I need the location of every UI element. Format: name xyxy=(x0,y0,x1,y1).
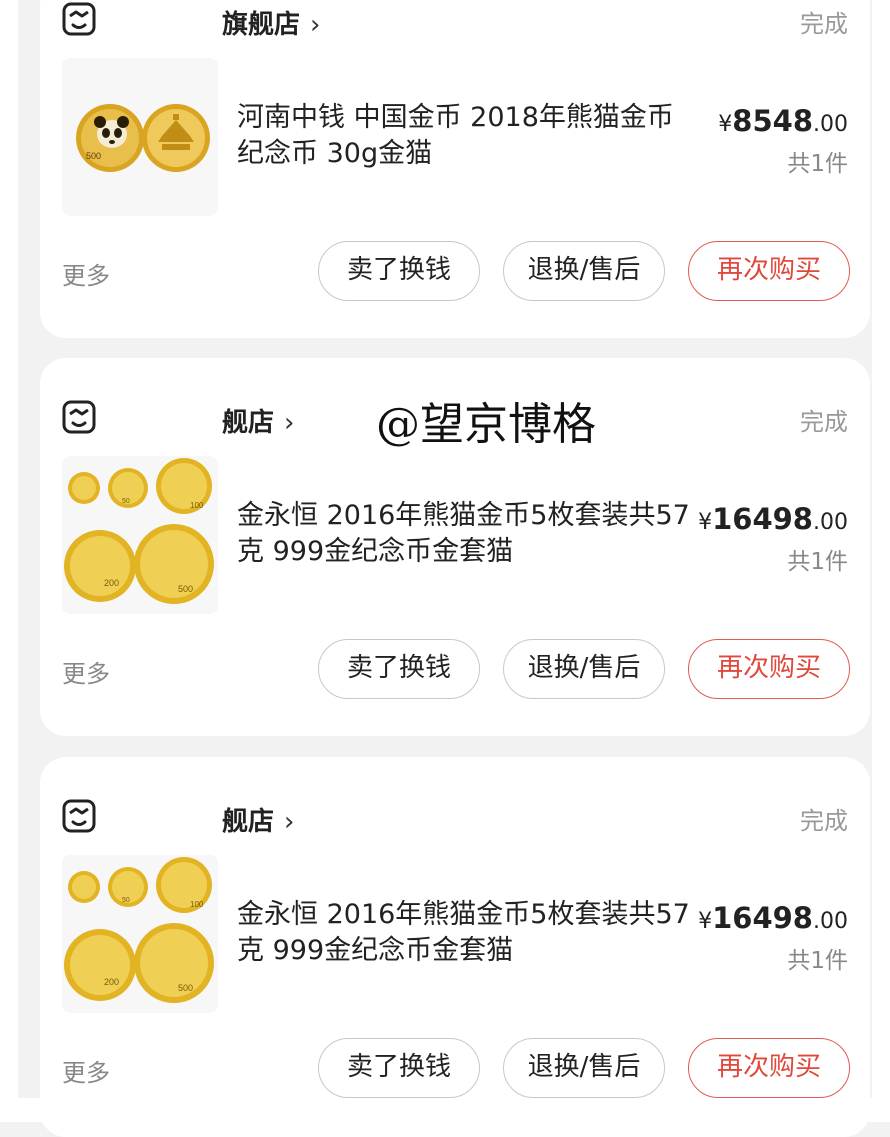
coin-value-label: 50 xyxy=(122,897,130,904)
price: ¥8548.00 xyxy=(718,104,848,138)
price-integer: 16498 xyxy=(712,502,813,536)
quantity: 共1件 xyxy=(787,151,848,177)
store-name-link[interactable]: 旗舰店 › xyxy=(222,4,320,41)
coin-value-label: 100 xyxy=(190,501,204,510)
price-integer: 16498 xyxy=(712,901,813,935)
coin-value-label: 500 xyxy=(86,151,101,161)
quantity: 共1件 xyxy=(787,948,848,974)
return-aftersale-button[interactable]: 退换/售后 xyxy=(503,1038,665,1098)
price: ¥16498.00 xyxy=(698,901,848,935)
watermark: @望京博格 xyxy=(376,399,596,450)
more-link[interactable]: 更多 xyxy=(62,654,110,689)
price-decimal: .00 xyxy=(813,909,848,934)
more-link[interactable]: 更多 xyxy=(62,1053,110,1088)
price: ¥16498.00 xyxy=(698,502,848,536)
buy-again-button[interactable]: 再次购买 xyxy=(688,1038,850,1098)
currency-symbol: ¥ xyxy=(698,909,713,934)
store-name: 舰店 xyxy=(222,807,275,837)
order-card: 旗舰店 › 完成 500 河南中钱 中国金币 2018年熊猫金币纪念币 30g金猫… xyxy=(40,0,870,338)
sell-for-cash-button[interactable]: 卖了换钱 xyxy=(318,1038,480,1098)
buy-again-button[interactable]: 再次购买 xyxy=(688,241,850,301)
chevron-right-icon: › xyxy=(310,10,321,40)
return-aftersale-button[interactable]: 退换/售后 xyxy=(503,241,665,301)
coin-value-label: 100 xyxy=(190,900,204,909)
more-link[interactable]: 更多 xyxy=(62,256,110,291)
price-decimal: .00 xyxy=(813,510,848,535)
order-status: 完成 xyxy=(800,408,848,436)
right-edge xyxy=(872,0,890,1122)
product-title[interactable]: 金永恒 2016年熊猫金币5枚套装共57克 999金纪念币金套猫 xyxy=(237,897,697,969)
coin-value-label: 500 xyxy=(178,584,193,594)
currency-symbol: ¥ xyxy=(698,510,713,535)
coin-value-label: 500 xyxy=(178,983,193,993)
chevron-right-icon: › xyxy=(284,807,295,837)
bottom-bar xyxy=(0,1098,890,1122)
product-thumbnail[interactable]: 500 xyxy=(62,58,218,216)
store-name: 旗舰店 xyxy=(222,10,301,40)
product-title[interactable]: 河南中钱 中国金币 2018年熊猫金币纪念币 30g金猫 xyxy=(237,100,697,172)
return-aftersale-button[interactable]: 退换/售后 xyxy=(503,639,665,699)
coin-value-label: 50 xyxy=(122,498,130,505)
coin-set-image: 50 100 200 500 xyxy=(64,857,214,1003)
coin-value-label: 200 xyxy=(104,578,119,588)
price-decimal: .00 xyxy=(813,112,848,137)
panda-coin-image: 500 xyxy=(76,104,210,172)
left-edge xyxy=(0,0,18,1122)
store-name-link[interactable]: 舰店 › xyxy=(222,402,294,439)
store-icon xyxy=(62,2,96,36)
buy-again-button[interactable]: 再次购买 xyxy=(688,639,850,699)
store-icon xyxy=(62,400,96,434)
price-integer: 8548 xyxy=(732,104,813,138)
sell-for-cash-button[interactable]: 卖了换钱 xyxy=(318,639,480,699)
coin-value-label: 200 xyxy=(104,977,119,987)
product-title[interactable]: 金永恒 2016年熊猫金币5枚套装共57克 999金纪念币金套猫 xyxy=(237,498,697,570)
sell-for-cash-button[interactable]: 卖了换钱 xyxy=(318,241,480,301)
chevron-right-icon: › xyxy=(284,408,295,438)
product-thumbnail[interactable]: 50 100 200 500 xyxy=(62,855,218,1013)
product-thumbnail[interactable]: 50 100 200 500 xyxy=(62,456,218,614)
coin-set-image: 50 100 200 500 xyxy=(64,458,214,604)
store-icon xyxy=(62,799,96,833)
order-status: 完成 xyxy=(800,10,848,38)
store-name-link[interactable]: 舰店 › xyxy=(222,801,294,838)
order-status: 完成 xyxy=(800,807,848,835)
order-card: 舰店 › 完成 50 100 200 500 金永恒 2016年熊猫金币5枚套装共… xyxy=(40,757,870,1137)
store-name: 舰店 xyxy=(222,408,275,438)
quantity: 共1件 xyxy=(787,549,848,575)
currency-symbol: ¥ xyxy=(718,112,733,137)
